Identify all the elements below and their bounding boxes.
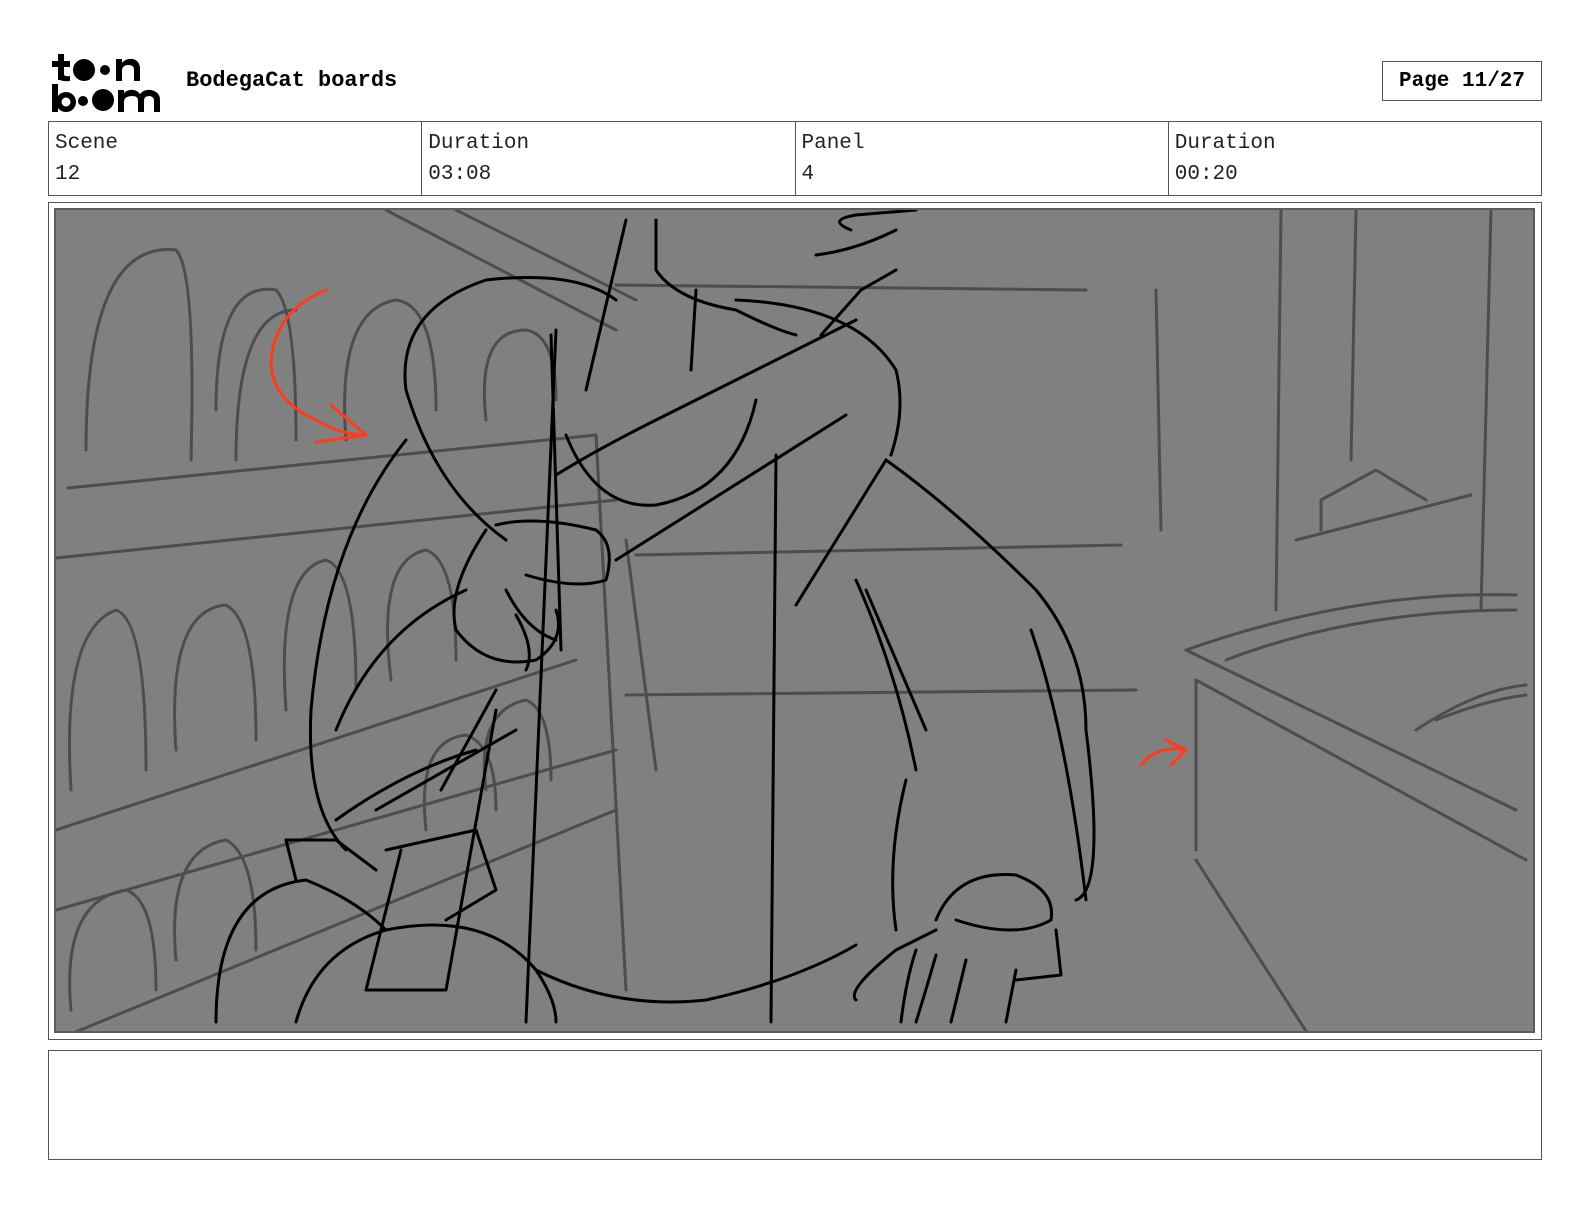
panel-cell: Panel 4	[796, 122, 1169, 195]
scene-value: 12	[55, 163, 81, 186]
panel-label: Panel	[801, 132, 865, 155]
panel-value: 4	[801, 163, 815, 186]
scene-label: Scene	[55, 132, 119, 155]
panel-notes-box[interactable]	[48, 1050, 1542, 1160]
scene-duration-label: Duration	[428, 132, 530, 155]
panel-duration-value: 00:20	[1174, 163, 1238, 186]
panel-duration-label: Duration	[1174, 132, 1276, 155]
panel-sketch[interactable]	[54, 208, 1535, 1033]
toon-boom-logo	[50, 50, 168, 114]
page-indicator: Page 11/27	[1382, 61, 1542, 101]
toon-boom-logo-mark	[52, 54, 160, 112]
panel-duration-cell: Duration 00:20	[1169, 122, 1541, 195]
scene-duration-cell: Duration 03:08	[422, 122, 796, 195]
scene-duration-value: 03:08	[428, 163, 492, 186]
scene-cell: Scene 12	[49, 122, 423, 195]
panel-frame	[48, 202, 1542, 1040]
info-table: Scene 12 Duration 03:08 Panel 4 Duration…	[48, 121, 1542, 196]
project-title: BodegaCat boards	[186, 68, 398, 93]
sketch-drawing	[56, 210, 1528, 1031]
